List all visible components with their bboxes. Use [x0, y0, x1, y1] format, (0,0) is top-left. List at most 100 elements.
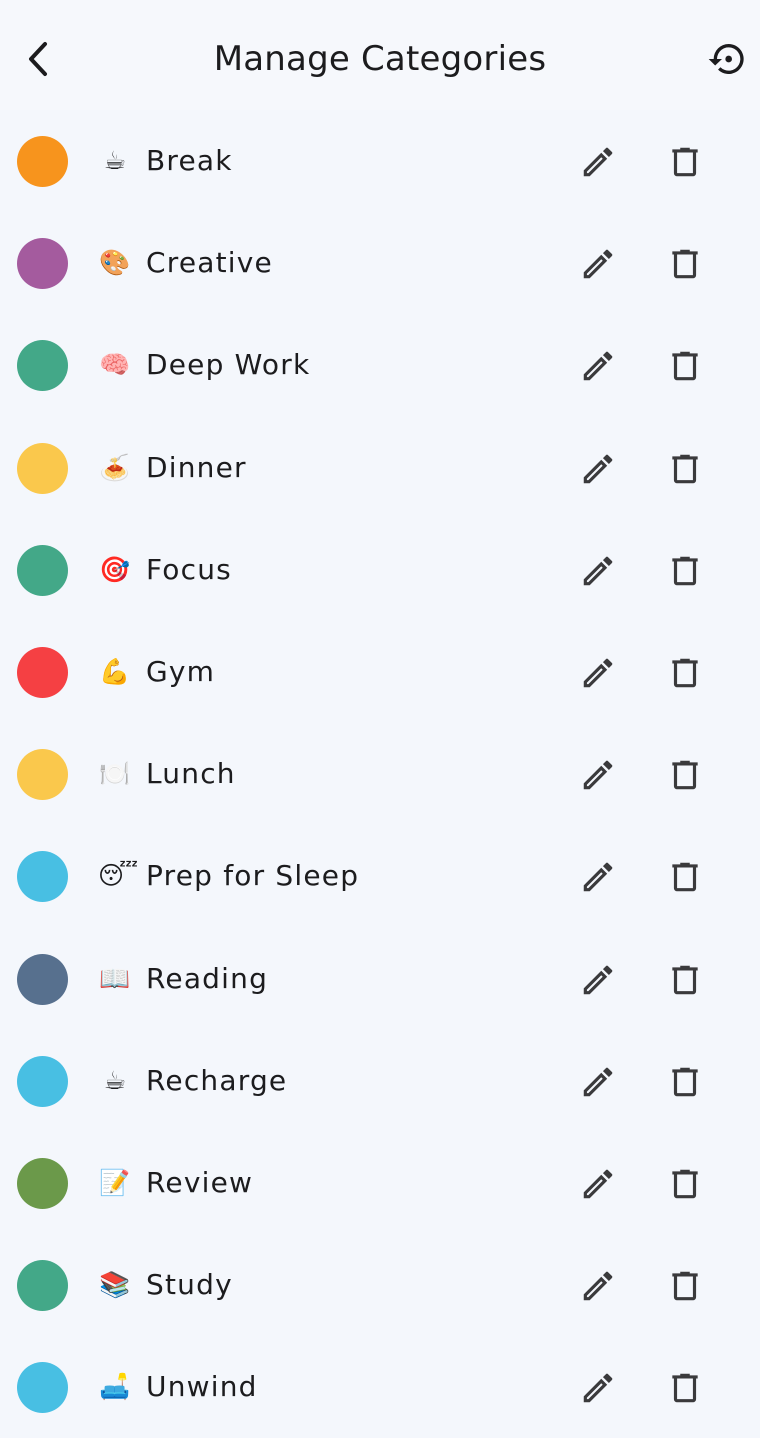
trash-icon	[666, 143, 704, 181]
delete-category-button[interactable]	[663, 344, 707, 388]
delete-category-button[interactable]	[663, 1264, 707, 1308]
trash-icon	[666, 245, 704, 283]
category-color-swatch	[17, 851, 68, 903]
trash-icon	[666, 654, 704, 692]
category-name: Study	[146, 1268, 233, 1302]
edit-category-button[interactable]	[576, 242, 620, 286]
pencil-icon	[579, 858, 617, 896]
edit-category-button[interactable]	[576, 549, 620, 593]
category-name: Break	[146, 144, 233, 177]
edit-category-button[interactable]	[576, 1060, 620, 1104]
list-item[interactable]: 📝 Review	[0, 1132, 760, 1234]
category-name: Reading	[146, 961, 269, 995]
delete-category-button[interactable]	[663, 1060, 707, 1104]
list-item[interactable]: 🍝 Dinner	[0, 417, 760, 519]
category-emoji-icon: 📝	[99, 1167, 131, 1197]
category-emoji-icon: 📚	[99, 1270, 131, 1300]
category-name: Gym	[146, 654, 216, 688]
page-title: Manage Categories	[213, 39, 547, 79]
list-item[interactable]: ☕ Recharge	[0, 1030, 760, 1132]
delete-category-button[interactable]	[663, 651, 707, 695]
trash-icon	[666, 1165, 704, 1203]
category-color-swatch	[17, 136, 68, 187]
delete-category-button[interactable]	[663, 140, 707, 184]
category-name: Dinner	[146, 450, 247, 484]
category-emoji-icon: 🛋️	[99, 1372, 131, 1402]
trash-icon	[666, 858, 704, 896]
category-emoji-icon: 🎨	[99, 248, 131, 278]
category-emoji-icon: 🍽️	[99, 759, 131, 789]
delete-category-button[interactable]	[663, 549, 707, 593]
category-name: Focus	[146, 552, 232, 586]
pencil-icon	[579, 1165, 617, 1203]
delete-category-button[interactable]	[663, 958, 707, 1002]
edit-category-button[interactable]	[576, 344, 620, 388]
category-name: Recharge	[146, 1063, 288, 1097]
category-emoji-icon: ☕	[103, 1065, 127, 1095]
edit-category-button[interactable]	[576, 855, 620, 899]
category-color-swatch	[17, 1260, 68, 1312]
category-name: Deep Work	[146, 348, 311, 382]
category-color-swatch	[17, 544, 68, 596]
category-name: Creative	[146, 246, 273, 280]
pencil-icon	[579, 654, 617, 692]
edit-category-button[interactable]	[576, 447, 620, 491]
trash-icon	[666, 552, 704, 590]
category-name: Review	[146, 1165, 254, 1199]
delete-category-button[interactable]	[663, 447, 707, 491]
list-item[interactable]: 💪 Gym	[0, 621, 760, 723]
list-item[interactable]: 📚 Study	[0, 1234, 760, 1336]
category-emoji-icon: ☕	[103, 146, 127, 175]
delete-category-button[interactable]	[663, 855, 707, 899]
pencil-icon	[579, 245, 617, 283]
list-item[interactable]: 📖 Reading	[0, 928, 760, 1030]
category-color-swatch	[17, 953, 68, 1005]
category-name: Prep for Sleep	[146, 859, 360, 893]
edit-category-button[interactable]	[576, 140, 620, 184]
list-item[interactable]: 🧠 Deep Work	[0, 314, 760, 416]
edit-category-button[interactable]	[576, 958, 620, 1002]
trash-icon	[666, 450, 704, 488]
trash-icon	[666, 1267, 704, 1305]
pencil-icon	[579, 450, 617, 488]
delete-category-button[interactable]	[663, 242, 707, 286]
pencil-icon	[579, 347, 617, 385]
pencil-icon	[579, 143, 617, 181]
delete-category-button[interactable]	[663, 753, 707, 797]
category-color-swatch	[17, 340, 68, 392]
category-color-swatch	[17, 238, 68, 290]
trash-icon	[666, 1369, 704, 1407]
pencil-icon	[579, 961, 617, 999]
list-item[interactable]: 🛋️ Unwind	[0, 1336, 760, 1438]
pencil-icon	[579, 1369, 617, 1407]
delete-category-button[interactable]	[663, 1162, 707, 1206]
edit-category-button[interactable]	[576, 1264, 620, 1308]
restore-icon	[707, 39, 747, 79]
pencil-icon	[579, 1267, 617, 1305]
reset-categories-button[interactable]	[702, 36, 752, 82]
edit-category-button[interactable]	[576, 1162, 620, 1206]
list-item[interactable]: ☕ Break	[0, 110, 760, 212]
app-header: Manage Categories	[0, 0, 760, 110]
category-emoji-icon: 🧠	[99, 350, 131, 380]
category-color-swatch	[17, 442, 68, 494]
category-list: ☕ Break 🎨 Creative 🧠 Deep Work 🍝 Dinner 🎯 Focus 💪 G…	[0, 110, 760, 1438]
edit-category-button[interactable]	[576, 753, 620, 797]
category-emoji-icon: 🍝	[99, 452, 131, 482]
edit-category-button[interactable]	[576, 1366, 620, 1410]
pencil-icon	[579, 1063, 617, 1101]
category-emoji-icon: 😴	[98, 861, 139, 891]
category-color-swatch	[17, 646, 68, 698]
category-color-swatch	[17, 1055, 68, 1107]
category-emoji-icon: 💪	[99, 656, 131, 686]
trash-icon	[666, 1063, 704, 1101]
category-emoji-icon: 📖	[99, 963, 131, 993]
category-color-swatch	[17, 1362, 68, 1414]
list-item[interactable]: 😴 Prep for Sleep	[0, 825, 760, 927]
delete-category-button[interactable]	[663, 1366, 707, 1410]
pencil-icon	[579, 552, 617, 590]
list-item[interactable]: 🎨 Creative	[0, 212, 760, 314]
edit-category-button[interactable]	[576, 651, 620, 695]
list-item[interactable]: 🍽️ Lunch	[0, 723, 760, 825]
list-item[interactable]: 🎯 Focus	[0, 519, 760, 621]
